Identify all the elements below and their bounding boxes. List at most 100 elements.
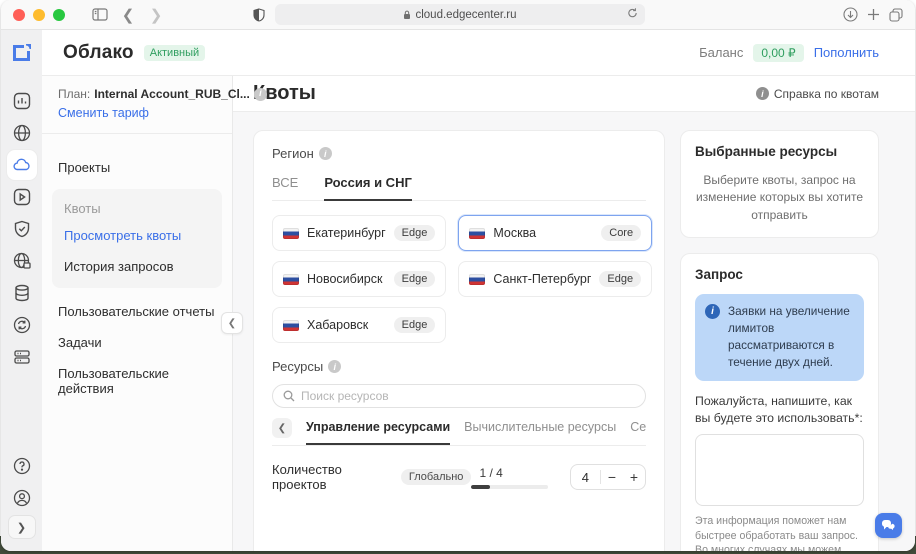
status-badge: Активный xyxy=(144,45,205,61)
quota-stepper: 4 − + xyxy=(570,464,646,490)
region-type-badge: Edge xyxy=(394,271,436,287)
sidebar-item-projects[interactable]: Проекты xyxy=(42,152,232,183)
back-button[interactable]: ❮ xyxy=(117,4,139,26)
privacy-shield-icon[interactable] xyxy=(253,8,265,22)
tab-overview-icon[interactable] xyxy=(889,8,903,22)
account-icon[interactable] xyxy=(7,483,37,513)
region-card-spb[interactable]: Санкт-Петербург Edge xyxy=(458,261,652,297)
minimize-window-button[interactable] xyxy=(33,9,45,21)
traffic-lights xyxy=(13,9,65,21)
streaming-icon[interactable] xyxy=(7,182,37,212)
downloads-icon[interactable] xyxy=(843,7,858,22)
resource-search[interactable] xyxy=(272,384,646,408)
database-icon[interactable] xyxy=(7,278,37,308)
request-title: Запрос xyxy=(695,267,864,282)
russia-flag-icon xyxy=(469,228,485,239)
usage-question-label: Пожалуйста, напишите, как вы будете это … xyxy=(695,393,864,427)
globe-icon[interactable] xyxy=(7,118,37,148)
quotas-card: Регион i ВСЕ Россия и СНГ Екатеринбург xyxy=(253,130,665,551)
region-type-badge: Core xyxy=(601,225,641,241)
product-rail: ❯ xyxy=(1,30,42,551)
analytics-icon[interactable] xyxy=(7,86,37,116)
plan-block: План: Internal Account_RUB_Cl... i Смени… xyxy=(42,76,232,134)
sidebar-item-user-actions[interactable]: Пользовательские действия xyxy=(42,358,232,404)
app-title: Облако xyxy=(63,42,134,64)
region-type-badge: Edge xyxy=(599,271,641,287)
chat-bubbles-icon xyxy=(881,519,896,532)
region-grid: Екатеринбург Edge Москва Core xyxy=(272,215,646,343)
info-icon: i xyxy=(756,87,769,100)
tab-all-regions[interactable]: ВСЕ xyxy=(272,175,298,200)
security-shield-icon[interactable] xyxy=(7,214,37,244)
selected-resources-empty-text: Выберите квоты, запрос на изменение кото… xyxy=(695,172,864,224)
chat-widget-button[interactable] xyxy=(875,513,902,538)
sidebar-collapse-button[interactable]: ❮ xyxy=(221,312,243,334)
stepper-value[interactable]: 4 xyxy=(571,470,600,485)
plan-info-icon[interactable]: i xyxy=(254,88,267,101)
russia-flag-icon xyxy=(283,320,299,331)
tab-network-services[interactable]: Сетевые сервисы xyxy=(630,420,646,443)
url-text: cloud.edgecenter.ru xyxy=(415,9,516,21)
tab-resource-management[interactable]: Управление ресурсами xyxy=(306,420,450,445)
resources-info-icon[interactable]: i xyxy=(328,360,341,373)
browser-window: ❮ ❯ cloud.edgecenter.ru xyxy=(1,0,915,551)
scope-badge: Глобально xyxy=(401,469,472,485)
russia-flag-icon xyxy=(469,274,485,285)
info-icon: i xyxy=(705,304,720,319)
sidebar-item-tasks[interactable]: Задачи xyxy=(42,327,232,358)
help-icon[interactable] xyxy=(7,451,37,481)
request-help-text: Эта информация поможет нам быстрее обраб… xyxy=(695,514,864,551)
sidebar-item-request-history[interactable]: История запросов xyxy=(58,255,216,278)
new-tab-icon[interactable] xyxy=(867,8,880,21)
cdn-globe-lock-icon[interactable] xyxy=(7,246,37,276)
balance-value: 0,00 ₽ xyxy=(753,44,803,62)
resource-tabs: ❮ Управление ресурсами Вычислительные ре… xyxy=(272,418,646,446)
quota-row-projects: Количество проектов Глобально 1 / 4 4 − xyxy=(272,462,646,492)
plan-label: План: xyxy=(58,85,90,103)
balance-label: Баланс xyxy=(699,45,743,60)
sidebar-group-quotas: Квоты Просмотреть квоты История запросов xyxy=(52,189,222,288)
sidebar-item-user-reports[interactable]: Пользовательские отчеты xyxy=(42,296,232,327)
browser-toolbar: ❮ ❯ cloud.edgecenter.ru xyxy=(1,0,915,30)
region-card-novosibirsk[interactable]: Новосибирск Edge xyxy=(272,261,446,297)
region-type-badge: Edge xyxy=(394,317,436,333)
zoom-window-button[interactable] xyxy=(53,9,65,21)
search-icon xyxy=(283,390,295,402)
tab-russia-cis[interactable]: Россия и СНГ xyxy=(324,175,412,201)
decrement-button[interactable]: − xyxy=(601,469,623,485)
sync-icon[interactable] xyxy=(7,310,37,340)
reload-icon[interactable] xyxy=(627,7,638,19)
region-type-badge: Edge xyxy=(394,225,436,241)
brand-logo[interactable] xyxy=(7,38,37,68)
cloud-icon[interactable] xyxy=(7,150,37,180)
usage-textarea[interactable] xyxy=(695,434,864,506)
sidebar-item-quotas[interactable]: Квоты xyxy=(58,199,216,224)
address-bar[interactable]: cloud.edgecenter.ru xyxy=(275,4,645,25)
increment-button[interactable]: + xyxy=(623,469,645,485)
lock-icon xyxy=(403,10,411,20)
search-input[interactable] xyxy=(301,389,635,403)
app-header: Облако Активный Баланс 0,00 ₽ Пополнить xyxy=(42,30,915,76)
region-card-moscow[interactable]: Москва Core xyxy=(458,215,652,251)
request-card: Запрос i Заявки на увеличение лимитов ра… xyxy=(680,253,879,551)
page-header: Квоты i Справка по квотам xyxy=(233,76,915,112)
sidebar-toggle-icon[interactable] xyxy=(89,4,111,26)
topup-link[interactable]: Пополнить xyxy=(814,45,879,60)
region-info-icon[interactable]: i xyxy=(319,147,332,160)
close-window-button[interactable] xyxy=(13,9,25,21)
region-card-ekaterinburg[interactable]: Екатеринбург Edge xyxy=(272,215,446,251)
plan-value: Internal Account_RUB_Cl... xyxy=(94,85,250,103)
selected-resources-card: Выбранные ресурсы Выберите квоты, запрос… xyxy=(680,130,879,238)
sidebar-item-view-quotas[interactable]: Просмотреть квоты xyxy=(58,224,216,247)
servers-icon[interactable] xyxy=(7,342,37,372)
tabs-scroll-left-button[interactable]: ❮ xyxy=(272,418,292,438)
forward-button[interactable]: ❯ xyxy=(145,4,167,26)
quotas-help-link[interactable]: i Справка по квотам xyxy=(756,87,879,101)
rail-expand-button[interactable]: ❯ xyxy=(8,515,36,539)
change-plan-link[interactable]: Сменить тариф xyxy=(58,104,218,123)
usage-progress-bar xyxy=(471,485,547,489)
cloud-sidebar: План: Internal Account_RUB_Cl... i Смени… xyxy=(42,76,233,551)
resources-label: Ресурсы i xyxy=(272,359,646,374)
region-card-khabarovsk[interactable]: Хабаровск Edge xyxy=(272,307,446,343)
tab-compute-resources[interactable]: Вычислительные ресурсы xyxy=(464,420,616,443)
